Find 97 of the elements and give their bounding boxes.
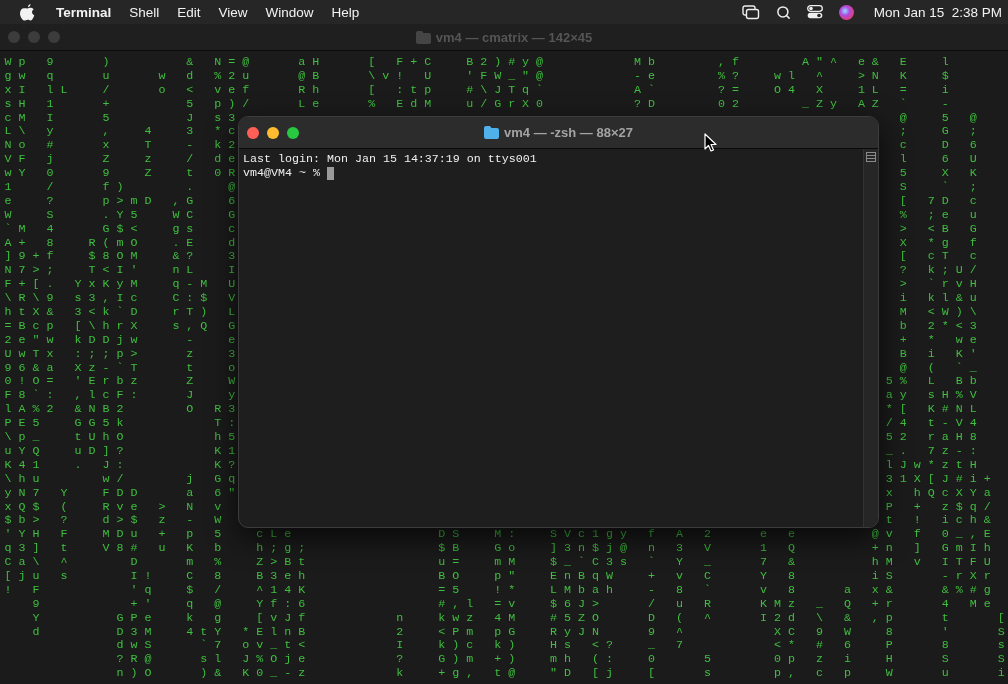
matrix-line: l J w * z t H (885, 457, 977, 472)
matrix-line: 3 1 X [ J # i + (885, 471, 991, 486)
matrix-line: [ c T c (898, 249, 977, 264)
matrix-line: 2 e " w k D D j w - e (4, 332, 236, 347)
matrix-line: i k l & u (898, 291, 977, 306)
matrix-line: ] 9 + f $ 8 O M & ? 3 (4, 249, 236, 264)
matrix-line: 5 % L B b (885, 374, 977, 389)
matrix-line: M < W ) \ (898, 305, 977, 320)
matrix-line: X * g f (898, 235, 977, 250)
matrix-line: W p 9 ) & N = @ a H [ F + C B 2 ) # y @ M b , f A " ^ e & E l (4, 55, 949, 69)
matrix-line: _ . 7 z - : (885, 443, 977, 458)
matrix-line: $ b > ? d > $ z - W (4, 513, 222, 528)
matrix-line: 0 ! O = ' E r b z Z W (4, 374, 236, 389)
window-title: vm4 — -zsh — 88×27 (504, 125, 633, 140)
menu-item[interactable]: Edit (168, 4, 210, 20)
matrix-line: U w T x : ; ; p > z 3 (4, 346, 236, 361)
menu-item[interactable]: Terminal (47, 4, 121, 20)
menu-item[interactable]: View (209, 4, 257, 20)
matrix-line: L \ y , 4 3 * c (4, 124, 236, 139)
matrix-line: x Q $ ( R v e > N v (4, 499, 222, 514)
matrix-line: ? R @ s l J % O j e ? G ) m + ) m h ( : 0 5 0 p z i H S S (115, 652, 1005, 667)
matrix-line: B i K ' (898, 346, 977, 361)
matrix-line: C a \ ^ D m % Z > B t u = m M $ _ ` C 3 s ` Y _ 7 & h M v I T F U (4, 555, 991, 570)
matrix-line: S ` ; (898, 180, 977, 194)
matrix-line: > ` r v H (898, 277, 977, 292)
matrix-line: F 8 ` : , l c F : J y (4, 388, 236, 403)
search-icon[interactable] (775, 4, 791, 20)
text-cursor (326, 166, 334, 180)
matrix-line: ' Y H F M D u + p 5 c L e D S M : S V c 1 g y f A 2 e e @ v f 0 _ , E (4, 527, 991, 542)
matrix-line: d w S ` 7 o v _ t < I k ) c k ) H s < ? _ 7 < * # 6 P 8 s (115, 638, 1005, 653)
matrix-line: 1 / f ) . @ (4, 180, 236, 194)
matrix-line: % ; e u (898, 207, 977, 222)
menu-item[interactable]: Window (256, 4, 323, 20)
matrix-line: u Y Q u D ] ? K 1 (4, 443, 236, 458)
matrix-line: h t X & 3 < k ` D r T ) L (4, 305, 236, 320)
matrix-line: e ? p > m D , G 6 (4, 193, 236, 208)
matrix-line: a y s H % V (885, 388, 977, 403)
matrix-line: N 7 > ; T < I ' n L I (4, 263, 236, 278)
matrix-line: y N 7 Y F D D a 6 " (4, 485, 236, 500)
minimize-button[interactable] (267, 126, 279, 139)
matrix-line: @ 5 @ (898, 110, 977, 125)
matrix-line: A + 8 R ( m O . E d (4, 235, 236, 250)
matrix-line: / 4 t - V 4 (885, 416, 977, 431)
matrix-line: ? k ; U / (898, 263, 977, 278)
clock[interactable]: Mon Jan 15 2:38 PM (873, 4, 1002, 20)
matrix-line: \ R \ 9 s 3 , I c C : $ V (4, 291, 236, 306)
matrix-line: Y G P e k g [ v J f n k w z 4 M # 5 Z O D ( ^ I 2 d \ & , p t [ (31, 610, 1005, 625)
matrix-line: + * w e (898, 332, 977, 347)
matrix-line: K 4 1 . J : K ? (4, 457, 236, 472)
folder-icon (484, 126, 499, 139)
matrix-line: l 6 U (898, 152, 977, 167)
matrix-line: N o # x T - k 2 (4, 138, 236, 153)
matrix-line: @ ( ` _ (898, 360, 977, 375)
matrix-line: \ h u w / j G q (4, 471, 236, 486)
menu-item[interactable]: Shell (120, 4, 169, 20)
terminal-line: vm4@VM4 ~ % (243, 166, 320, 180)
matrix-line: c D 6 (898, 138, 977, 153)
windows-icon[interactable] (741, 4, 760, 20)
matrix-line: d D 3 M 4 t Y * E l n B 2 < P m p G R y J N 9 ^ X C 9 W 8 ' S (31, 624, 1005, 639)
matrix-line: q 3 ] t V 8 # u K b h ; g ; $ B G o ] 3 n $ j @ n 3 V 1 Q + n ] G m I h (4, 541, 991, 556)
matrix-line: > < B G (898, 221, 977, 236)
matrix-line: 5 2 r a H 8 (885, 430, 977, 445)
matrix-line: P + z $ q / (885, 499, 991, 514)
matrix-line: c M I 5 J s 3 (4, 110, 236, 125)
matrix-line: F + [ . Y x K y M q - M U (4, 277, 236, 292)
terminal-line: Last login: Mon Jan 15 14:37:19 on ttys001 (243, 152, 537, 166)
matrix-line: x h Q c X Y a (885, 485, 991, 500)
matrix-line: ; G ; (898, 124, 977, 139)
matrix-line: 9 6 & a X z - ` T t o (4, 360, 236, 375)
matrix-line: x I l L / o < v e f R h [ : t p # \ J T q ` A ` ? = O 4 X 1 L = i (4, 82, 949, 97)
toggles-icon[interactable] (806, 5, 823, 19)
matrix-line: ` M 4 G $ < g s c (4, 221, 236, 236)
matrix-line: V F j Z z / d e (4, 152, 236, 167)
matrix-line: n ) O ) & K 0 _ - z k + g , t @ " D [ j [ s p , c p W u i (115, 666, 1005, 681)
matrix-line: [ j u s I ! C 8 B 3 e h B O p " E n B q W + v C Y 8 i S - r X r (4, 568, 991, 583)
matrix-line: w Y 0 9 Z t 0 R (4, 166, 236, 181)
matrix-line: [ 7 D c (898, 193, 977, 208)
matrix-line: * [ K # N L (885, 402, 977, 417)
matrix-line: P E 5 G G 5 k T : (4, 416, 236, 431)
matrix-line: ! F ' q $ / ^ 1 4 K = 5 ! * L M b a h - 8 ` v 8 a x & & % # g (4, 582, 991, 597)
close-button[interactable] (247, 126, 259, 139)
apple-icon[interactable] (20, 3, 35, 21)
matrix-line: b 2 * < 3 (898, 318, 977, 333)
matrix-line: 9 + ' q @ Y f : 6 # , l = v $ 6 J > / u R K M z _ Q + r 4 M e (31, 596, 991, 611)
matrix-line: \ p _ t U h O h 5 (4, 430, 236, 445)
split-pane-icon[interactable] (866, 152, 876, 162)
matrix-line: W S . Y 5 W C G (4, 207, 236, 222)
matrix-line: s H 1 + 5 p ) / L e % E d M u / G r X 0 ? D 0 2 _ Z y A Z ` - (4, 96, 949, 111)
zoom-button[interactable] (287, 126, 299, 139)
matrix-line: l A % 2 & N B 2 O R 3 (4, 402, 236, 417)
folder-icon (415, 30, 431, 44)
matrix-line: = B c p [ \ h r X s , Q G (4, 318, 236, 333)
matrix-line: t ! i c h & (885, 513, 991, 528)
matrix-line: 5 X K (898, 166, 977, 181)
matrix-line: g w q u w d % 2 u @ B \ v ! U ' F W _ " @ - e % ? w l ^ > N K $ (4, 68, 949, 83)
menu-item[interactable]: Help (322, 4, 369, 20)
orb-icon[interactable] (838, 4, 854, 20)
